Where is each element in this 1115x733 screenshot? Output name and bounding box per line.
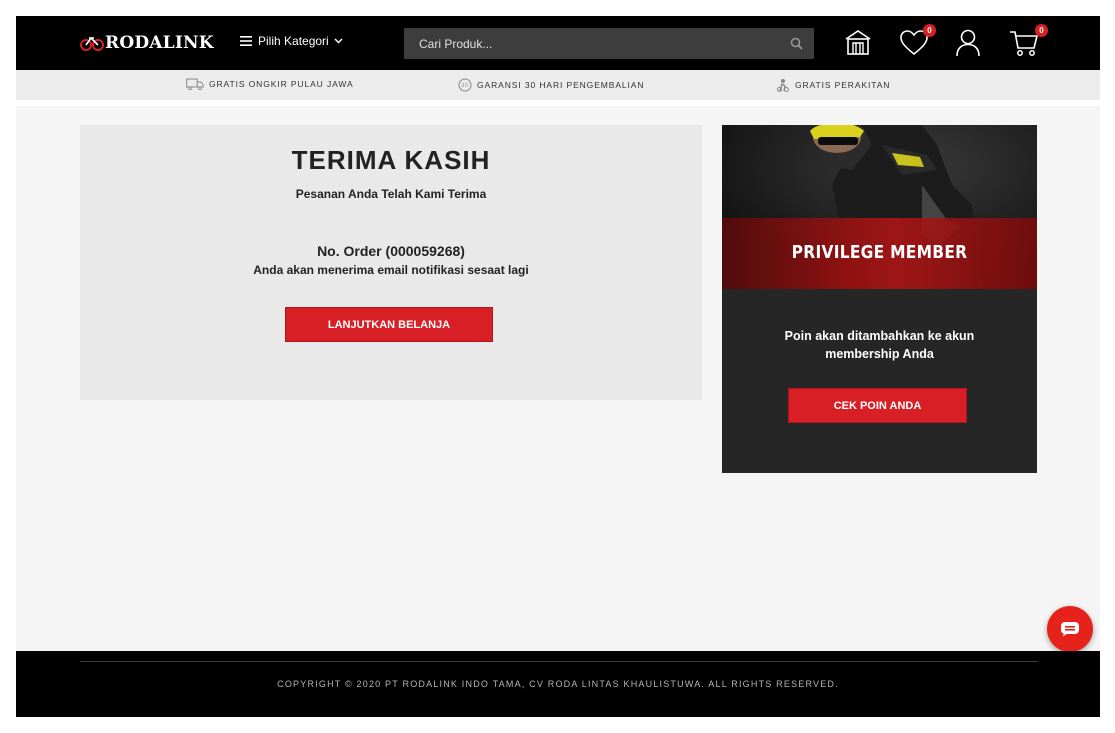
site-logo[interactable]: RODALINK <box>80 32 214 54</box>
store-icon <box>845 30 871 55</box>
30-days-icon: 30 <box>458 78 472 92</box>
search-icon[interactable] <box>790 37 803 50</box>
search-input[interactable] <box>404 28 784 59</box>
cart-count-badge: 0 <box>1035 24 1048 37</box>
site-footer: COPYRIGHT © 2020 PT RODALINK INDO TAMA, … <box>16 651 1100 717</box>
category-menu-label: Pilih Kategori <box>258 34 329 48</box>
chat-icon <box>1061 622 1079 637</box>
order-number-line: No. Order (000059268) <box>80 243 702 259</box>
chat-button[interactable] <box>1047 606 1093 652</box>
cart-button[interactable]: 0 <box>1008 24 1048 59</box>
store-button[interactable] <box>842 27 874 59</box>
thank-you-title: TERIMA KASIH <box>291 145 491 175</box>
continue-shopping-button[interactable]: LANJUTKAN BELANJA <box>285 307 493 342</box>
member-hero-image: PRIVILEGE MEMBER <box>722 125 1037 289</box>
benefit-label: GARANSI 30 HARI PENGEMBALIAN <box>477 80 645 90</box>
account-button[interactable] <box>952 27 984 59</box>
hamburger-icon <box>240 36 252 46</box>
member-points-text: Poin akan ditambahkan ke akun membership… <box>784 329 975 361</box>
header-spacer <box>16 100 1100 106</box>
user-icon <box>956 29 980 57</box>
privilege-member-title: PRIVILEGE MEMBER <box>791 242 968 263</box>
footer-divider <box>80 661 1038 662</box>
search-bar <box>404 28 814 59</box>
wishlist-button[interactable]: 0 <box>898 24 936 59</box>
thank-you-card: TERIMA KASIH Pesanan Anda Telah Kami Ter… <box>80 125 702 400</box>
order-number-label: No. Order <box>317 243 382 259</box>
logo-text: RODALINK <box>105 33 214 53</box>
bike-assembly-icon <box>777 79 789 92</box>
bicycle-logo-icon <box>80 36 104 51</box>
chevron-down-icon <box>334 38 343 44</box>
privilege-member-card: PRIVILEGE MEMBER Poin akan ditambahkan k… <box>722 125 1037 473</box>
benefit-label: GRATIS ONGKIR PULAU JAWA <box>209 79 354 89</box>
benefit-30-day-return: 30 GARANSI 30 HARI PENGEMBALIAN <box>458 78 644 92</box>
benefit-free-shipping: GRATIS ONGKIR PULAU JAWA <box>186 78 354 90</box>
order-received-text: Pesanan Anda Telah Kami Terima <box>295 187 487 201</box>
truck-icon <box>186 78 204 90</box>
svg-text:30: 30 <box>461 83 468 89</box>
copyright-text: COPYRIGHT © 2020 PT RODALINK INDO TAMA, … <box>277 679 839 689</box>
category-menu-button[interactable]: Pilih Kategori <box>240 34 343 48</box>
page-frame: RODALINK Pilih Kategori Cari Produk... 0… <box>16 16 1100 717</box>
wishlist-count-badge: 0 <box>923 24 936 37</box>
check-points-button[interactable]: CEK POIN ANDA <box>788 388 967 423</box>
order-number-value: (000059268) <box>385 243 465 259</box>
email-notification-text: Anda akan menerima email notifikasi sesa… <box>253 263 529 277</box>
benefits-bar: GRATIS ONGKIR PULAU JAWA 30 GARANSI 30 H… <box>16 70 1100 100</box>
site-header: RODALINK Pilih Kategori Cari Produk... 0… <box>16 16 1100 70</box>
benefit-free-assembly: GRATIS PERAKITAN <box>776 78 890 92</box>
benefit-label: GRATIS PERAKITAN <box>795 80 891 90</box>
